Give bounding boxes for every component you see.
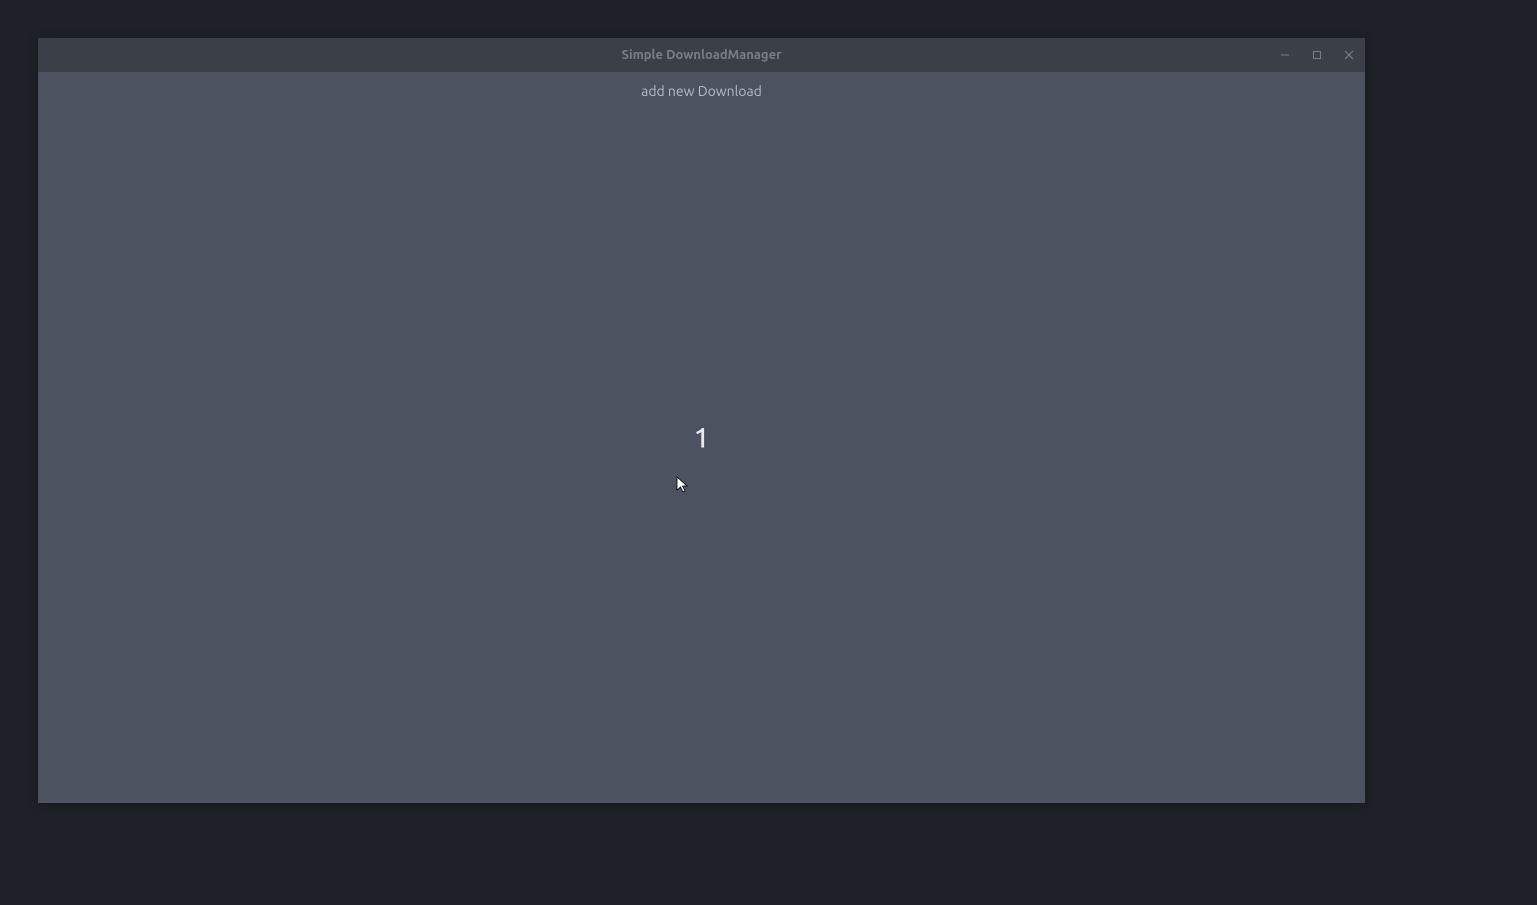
content-area: add new Download 1 <box>38 72 1365 803</box>
center-counter: 1 <box>694 422 710 453</box>
window-controls <box>1269 38 1365 72</box>
close-icon <box>1344 46 1354 64</box>
titlebar[interactable]: Simple DownloadManager <box>38 38 1365 72</box>
maximize-button[interactable] <box>1301 38 1333 72</box>
window-title: Simple DownloadManager <box>622 48 782 62</box>
close-button[interactable] <box>1333 38 1365 72</box>
add-download-button[interactable]: add new Download <box>38 72 1365 110</box>
app-window: Simple DownloadManager add new Download … <box>38 38 1365 803</box>
minimize-button[interactable] <box>1269 38 1301 72</box>
maximize-icon <box>1312 46 1322 64</box>
minimize-icon <box>1280 46 1290 64</box>
